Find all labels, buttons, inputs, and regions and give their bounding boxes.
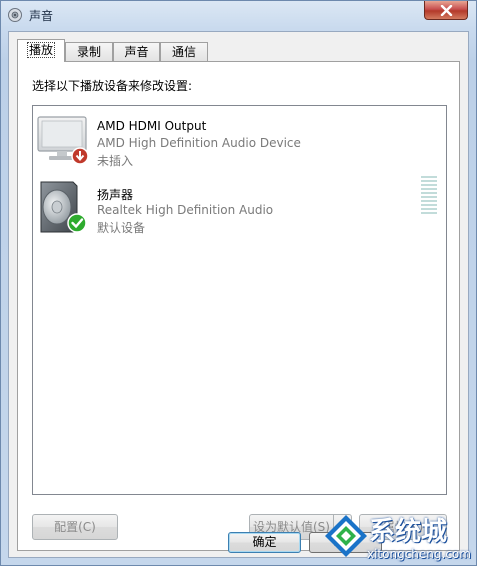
speaker-icon [40, 181, 87, 233]
volume-level-meter [421, 176, 437, 216]
device-status: 未插入 [97, 154, 134, 168]
tab-recording[interactable]: 录制 [65, 42, 113, 61]
device-item-speakers[interactable]: 扬声器 Realtek High Definition Audio 默认设备 [33, 176, 446, 236]
sound-icon [8, 8, 22, 22]
site-watermark: 系统城 xitongcheng.com [323, 511, 477, 567]
ok-button-label: 确定 [252, 535, 277, 549]
ok-button[interactable]: 确定 [228, 532, 301, 553]
tab-communications-label: 通信 [171, 45, 196, 59]
device-description: Realtek High Definition Audio [97, 203, 274, 217]
tab-recording-label: 录制 [76, 45, 101, 59]
tab-playback[interactable]: 播放 [17, 39, 65, 62]
unplugged-badge-icon [71, 147, 89, 165]
default-check-icon [67, 213, 87, 233]
dialog-client-area: 播放 录制 声音 通信 选择以下播放设备来修改设置: AMD HDMI Outp… [8, 31, 469, 558]
watermark-text: 系统城 [369, 517, 448, 547]
device-name: AMD HDMI Output [97, 119, 207, 133]
tab-sounds[interactable]: 声音 [113, 42, 160, 61]
device-status: 默认设备 [97, 221, 146, 235]
close-button[interactable] [424, 1, 468, 20]
configure-button[interactable]: 配置(C) [32, 514, 118, 540]
device-description: AMD High Definition Audio Device [97, 136, 301, 150]
watermark-logo-icon [325, 515, 367, 557]
sound-dialog-window: 声音 播放 录制 声音 通信 选择以下播放设备来修改设置: AMD HDMI O… [0, 0, 477, 566]
watermark-url: xitongcheng.com [367, 547, 471, 561]
playback-panel: 选择以下播放设备来修改设置: AMD HDMI Output AMD High … [17, 61, 460, 551]
configure-button-label: 配置(C) [54, 520, 96, 534]
device-item-hdmi[interactable]: AMD HDMI Output AMD High Definition Audi… [33, 109, 446, 169]
tab-communications[interactable]: 通信 [160, 42, 208, 61]
close-icon [440, 5, 453, 16]
instruction-text: 选择以下播放设备来修改设置: [32, 79, 193, 93]
device-name: 扬声器 [97, 188, 134, 202]
monitor-icon [37, 116, 89, 165]
tab-playback-label: 播放 [26, 42, 55, 58]
tab-sounds-label: 声音 [124, 45, 149, 59]
title-bar[interactable]: 声音 [1, 1, 476, 29]
window-title: 声音 [29, 9, 54, 23]
device-list[interactable]: AMD HDMI Output AMD High Definition Audi… [32, 105, 447, 495]
